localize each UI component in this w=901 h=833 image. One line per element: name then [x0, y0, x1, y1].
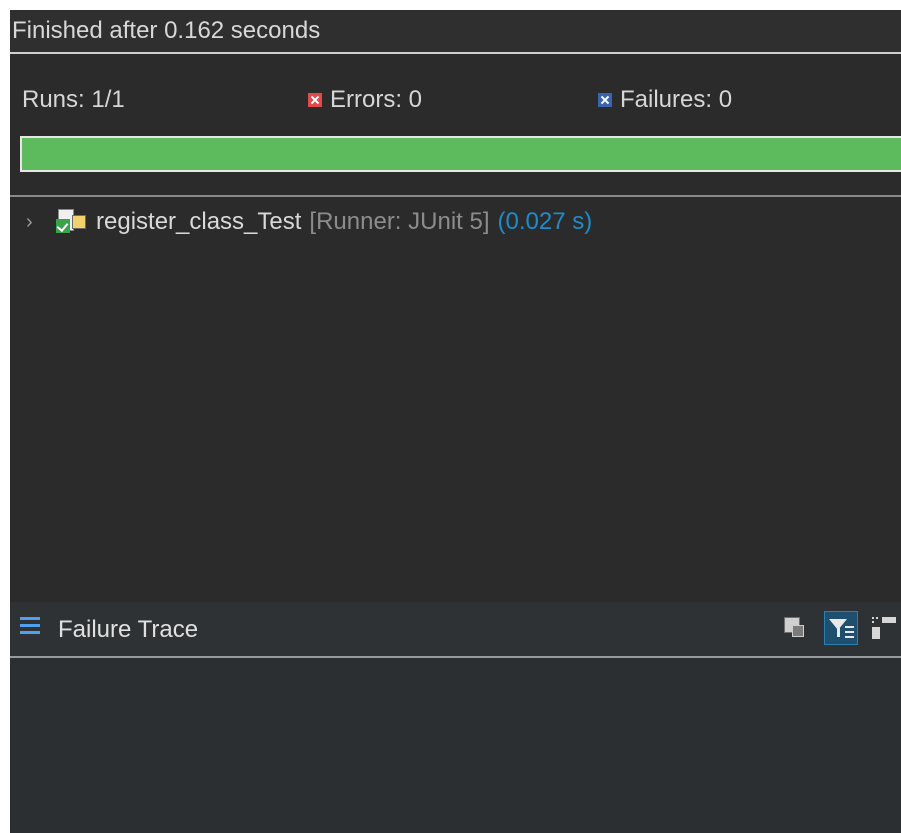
failures-counter: Failures: 0	[598, 80, 732, 120]
divider	[10, 52, 901, 54]
suite-time: (0.027 s)	[497, 208, 593, 235]
runs-label: Runs: 1/1	[22, 86, 125, 113]
failure-trace-title: Failure Trace	[58, 616, 199, 643]
menu-icon	[20, 617, 40, 635]
failure-trace-header: Failure Trace	[10, 602, 901, 656]
counter-panel: Runs: 1/1 Errors: 0 Failures: 0	[10, 80, 901, 120]
suite-name: register_class_Test	[96, 208, 302, 235]
run-status: Finished after 0.162 seconds	[10, 10, 901, 52]
junit-view: Finished after 0.162 seconds Runs: 1/1 E…	[10, 10, 901, 833]
suite-runner: [Runner: JUnit 5]	[309, 208, 490, 235]
errors-label: Errors: 0	[330, 86, 423, 113]
test-tree: › register_class_Test [Runner: JUnit 5] …	[10, 202, 901, 600]
failure-trace-body	[10, 658, 901, 833]
test-suite-passed-icon	[56, 209, 86, 235]
progress-fill	[22, 138, 901, 170]
layout-toggle-icon[interactable]	[868, 611, 901, 645]
compare-result-icon[interactable]	[780, 611, 814, 645]
failure-icon	[598, 93, 612, 107]
chevron-right-icon[interactable]: ›	[26, 211, 42, 234]
divider	[10, 195, 901, 197]
failures-label: Failures: 0	[620, 86, 733, 113]
errors-counter: Errors: 0	[308, 80, 422, 120]
progress-bar	[20, 136, 901, 172]
error-icon	[308, 93, 322, 107]
tree-item-register-class-test[interactable]: › register_class_Test [Runner: JUnit 5] …	[10, 202, 592, 242]
runs-counter: Runs: 1/1	[22, 80, 125, 120]
filter-stack-trace-icon[interactable]	[824, 611, 858, 645]
